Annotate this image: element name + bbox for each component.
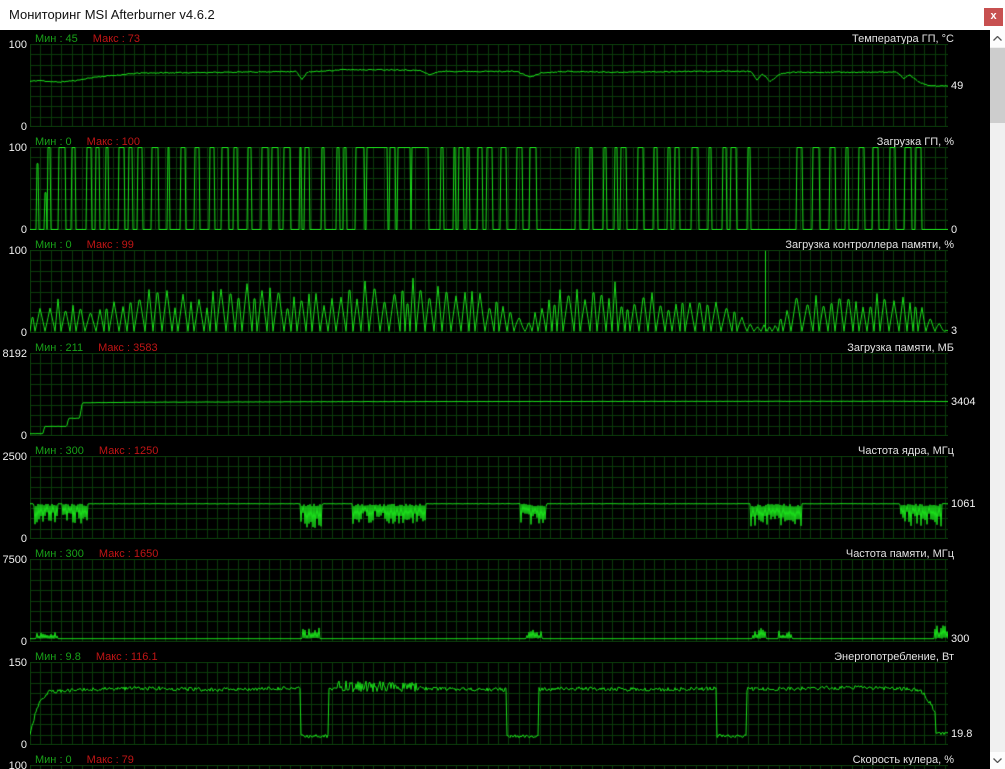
graph-panel: Мин : 9.8 Макс : 116.1 Энергопотребление, … bbox=[0, 648, 990, 751]
axis-min-label: 0 bbox=[20, 224, 27, 236]
axis-min-label: 0 bbox=[20, 739, 27, 751]
current-value: 0 bbox=[951, 224, 958, 236]
axis-max-label: 100 bbox=[8, 245, 27, 257]
graph-panels: Мин : 45 Макс : 73 Температура ГП, °C 100 0 4… bbox=[0, 30, 990, 769]
chevron-up-icon bbox=[993, 36, 1002, 41]
axis-max-label: 150 bbox=[8, 657, 27, 669]
graph-panel: Мин : 0 Макс : 99 Загрузка контроллера пам… bbox=[0, 236, 990, 339]
graph-canvas[interactable] bbox=[30, 353, 948, 436]
scrollbar-thumb[interactable] bbox=[990, 48, 1005, 123]
axis-max-label: 7500 bbox=[2, 554, 27, 566]
graph-panel: Мин : 0Макс : 79Скорость кулера, %1000 bbox=[0, 751, 990, 769]
graph-panel: Мин : 45 Макс : 73 Температура ГП, °C 100 0 4… bbox=[0, 30, 990, 133]
close-button[interactable]: x bbox=[984, 8, 1003, 26]
monitor-client-area: Мин : 45 Макс : 73 Температура ГП, °C 100 0 4… bbox=[0, 30, 1005, 769]
axis-max-label: 100 bbox=[8, 760, 27, 769]
axis-max-label: 8192 bbox=[2, 348, 27, 360]
graph-panel: Мин : 300 Макс : 1650 Частота памяти, МГц 7… bbox=[0, 545, 990, 648]
axis-min-label: 0 bbox=[20, 327, 27, 339]
graph-canvas[interactable] bbox=[30, 559, 948, 642]
current-value: 3404 bbox=[951, 396, 976, 408]
graph-canvas[interactable] bbox=[30, 44, 948, 127]
current-value: 19.8 bbox=[951, 728, 973, 740]
axis-min-label: 0 bbox=[20, 121, 27, 133]
scroll-down-button[interactable] bbox=[990, 752, 1005, 769]
afterburner-monitor-window: Мониторинг MSI Afterburner v4.6.2 x Мин … bbox=[0, 0, 1005, 769]
graph-canvas[interactable] bbox=[30, 250, 948, 333]
axis-min-label: 0 bbox=[20, 430, 27, 442]
axis-min-label: 0 bbox=[20, 533, 27, 545]
axis-min-label: 0 bbox=[20, 636, 27, 648]
current-value: 1061 bbox=[951, 498, 976, 510]
axis-max-label: 100 bbox=[8, 39, 27, 51]
window-title: Мониторинг MSI Afterburner v4.6.2 bbox=[9, 7, 215, 22]
chevron-down-icon bbox=[993, 758, 1002, 763]
graph-panel: Мин : 211 Макс : 3583 Загрузка памяти, МБ 8… bbox=[0, 339, 990, 442]
axis-max-label: 100 bbox=[8, 142, 27, 154]
graph-canvas[interactable] bbox=[30, 662, 948, 745]
axis-max-label: 2500 bbox=[2, 451, 27, 463]
current-value: 3 bbox=[951, 325, 958, 337]
graph-panel: Мин : 0 Макс : 100 Загрузка ГП, % 100 0 0 bbox=[0, 133, 990, 236]
current-value: 300 bbox=[951, 633, 970, 645]
scroll-up-button[interactable] bbox=[990, 30, 1005, 47]
graph-canvas[interactable] bbox=[30, 456, 948, 539]
current-value: 49 bbox=[951, 80, 964, 92]
vertical-scrollbar[interactable] bbox=[990, 30, 1005, 769]
graph-panel: Мин : 300 Макс : 1250 Частота ядра, МГц 250… bbox=[0, 442, 990, 545]
titlebar[interactable]: Мониторинг MSI Afterburner v4.6.2 x bbox=[0, 0, 1005, 30]
graph-canvas[interactable] bbox=[30, 147, 948, 230]
graph-canvas[interactable] bbox=[30, 765, 948, 769]
